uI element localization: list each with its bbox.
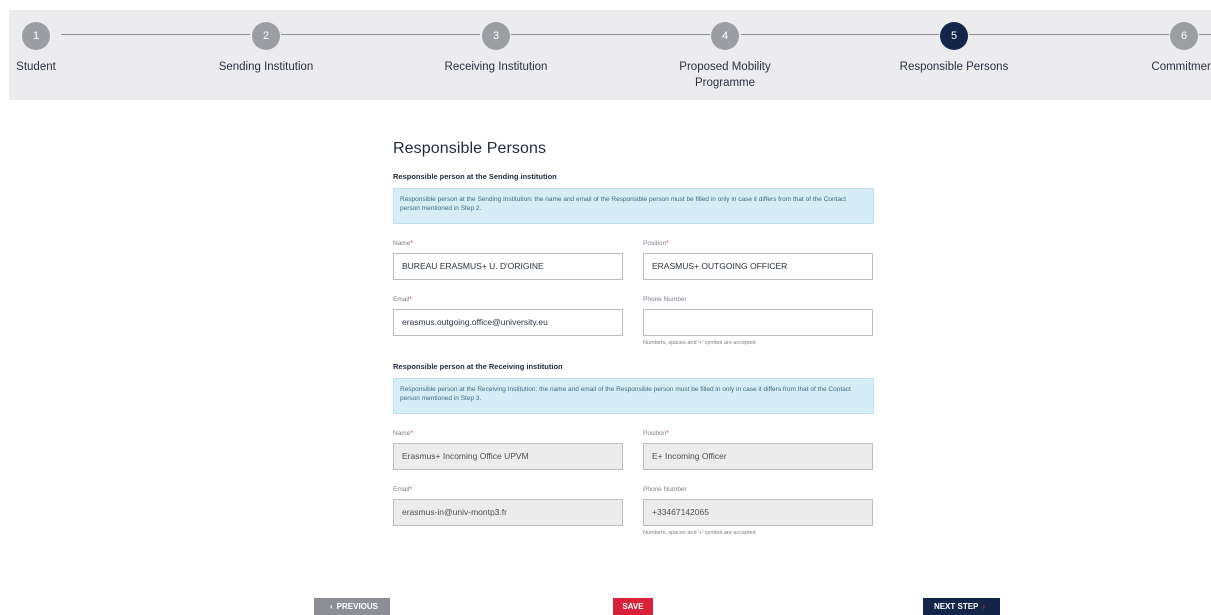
- field-label: Position*: [643, 240, 669, 247]
- page-title: Responsible Persons: [393, 140, 547, 157]
- required-marker: *: [666, 240, 669, 247]
- sending-phone-input[interactable]: [643, 309, 873, 336]
- stepper-connector: [511, 34, 710, 35]
- field-label: Email*: [393, 296, 412, 303]
- receiving-info-box: Responsible person at the Receiving Inst…: [393, 378, 874, 414]
- receiving-name-input[interactable]: Erasmus+ Incoming Office UPVM: [393, 443, 623, 470]
- chevron-right-icon: ›: [982, 602, 986, 611]
- sending-position-input[interactable]: ERASMUS+ OUTGOING OFFICER: [643, 253, 873, 280]
- progress-stepper: 1 Student 2 Sending Institution 3 Receiv…: [9, 10, 1211, 100]
- sending-position-field: Position* ERASMUS+ OUTGOING OFFICER: [643, 240, 873, 280]
- stepper-connector: [741, 34, 939, 35]
- sending-row-2: Email* erasmus.outgoing.office@universit…: [393, 296, 874, 348]
- previous-button[interactable]: ‹ PREVIOUS: [314, 598, 390, 615]
- sending-email-input[interactable]: erasmus.outgoing.office@university.eu: [393, 309, 623, 336]
- chevron-left-icon: ‹: [329, 602, 333, 611]
- responsible-persons-form: Responsible Persons Responsible person a…: [393, 140, 874, 538]
- required-marker: *: [666, 430, 669, 437]
- step-label: Sending Institution: [218, 61, 314, 73]
- receiving-row-2: Email* erasmus-in@univ-montp3.fr Phone N…: [393, 486, 874, 538]
- sending-name-input[interactable]: BUREAU ERASMUS+ U. D'ORIGINE: [393, 253, 623, 280]
- step-label: Commitment: [1151, 61, 1211, 73]
- field-label: Email*: [393, 486, 412, 493]
- field-label: Phone Number: [643, 296, 687, 303]
- receiving-name-field: Name* Erasmus+ Incoming Office UPVM: [393, 430, 623, 470]
- required-marker: *: [409, 296, 412, 303]
- receiving-row-1: Name* Erasmus+ Incoming Office UPVM Posi…: [393, 430, 874, 470]
- step-number-active: 5: [940, 22, 968, 50]
- step-label: Responsible Persons: [899, 61, 1009, 73]
- step-label: Receiving Institution: [444, 61, 548, 73]
- receiving-email-input[interactable]: erasmus-in@univ-montp3.fr: [393, 499, 623, 526]
- step-number: 1: [22, 22, 50, 50]
- step-number: 4: [711, 22, 739, 50]
- step-number: 2: [252, 22, 280, 50]
- receiving-phone-input[interactable]: +33467142065: [643, 499, 873, 526]
- field-label: Name*: [393, 430, 413, 437]
- save-button[interactable]: SAVE: [613, 598, 653, 615]
- stepper-connector: [61, 34, 250, 35]
- phone-hint: Numbers, spaces and '+' symbol are accep…: [643, 340, 756, 346]
- sending-row-1: Name* BUREAU ERASMUS+ U. D'ORIGINE Posit…: [393, 240, 874, 280]
- sending-name-field: Name* BUREAU ERASMUS+ U. D'ORIGINE: [393, 240, 623, 280]
- receiving-section-title: Responsible person at the Receiving inst…: [393, 362, 563, 371]
- stepper-connector: [1199, 34, 1211, 35]
- stepper-connector: [969, 34, 1169, 35]
- step-label: Proposed Mobility Programme: [679, 61, 771, 89]
- receiving-position-input[interactable]: E+ Incoming Officer: [643, 443, 873, 470]
- required-marker: *: [409, 486, 412, 493]
- previous-button-label: PREVIOUS: [336, 602, 378, 611]
- field-label: Position*: [643, 430, 669, 437]
- field-label: Phone Number: [643, 486, 687, 493]
- receiving-email-field: Email* erasmus-in@univ-montp3.fr: [393, 486, 623, 538]
- sending-email-field: Email* erasmus.outgoing.office@universit…: [393, 296, 623, 348]
- step-number: 3: [482, 22, 510, 50]
- receiving-position-field: Position* E+ Incoming Officer: [643, 430, 873, 470]
- sending-info-box: Responsible person at the Sending Instit…: [393, 188, 874, 224]
- step-number: 6: [1170, 22, 1198, 50]
- stepper-connector: [281, 34, 480, 35]
- step-label: Student: [16, 61, 56, 73]
- sending-section-title: Responsible person at the Sending instit…: [393, 172, 557, 181]
- required-marker: *: [410, 430, 413, 437]
- sending-phone-field: Phone Number Numbers, spaces and '+' sym…: [643, 296, 873, 348]
- next-step-button[interactable]: NEXT STEP ›: [923, 598, 1000, 615]
- next-button-label: NEXT STEP: [933, 602, 979, 611]
- required-marker: *: [410, 240, 413, 247]
- phone-hint: Numbers, spaces and '+' symbol are accep…: [643, 530, 756, 536]
- receiving-phone-field: Phone Number +33467142065 Numbers, space…: [643, 486, 873, 538]
- field-label: Name*: [393, 240, 413, 247]
